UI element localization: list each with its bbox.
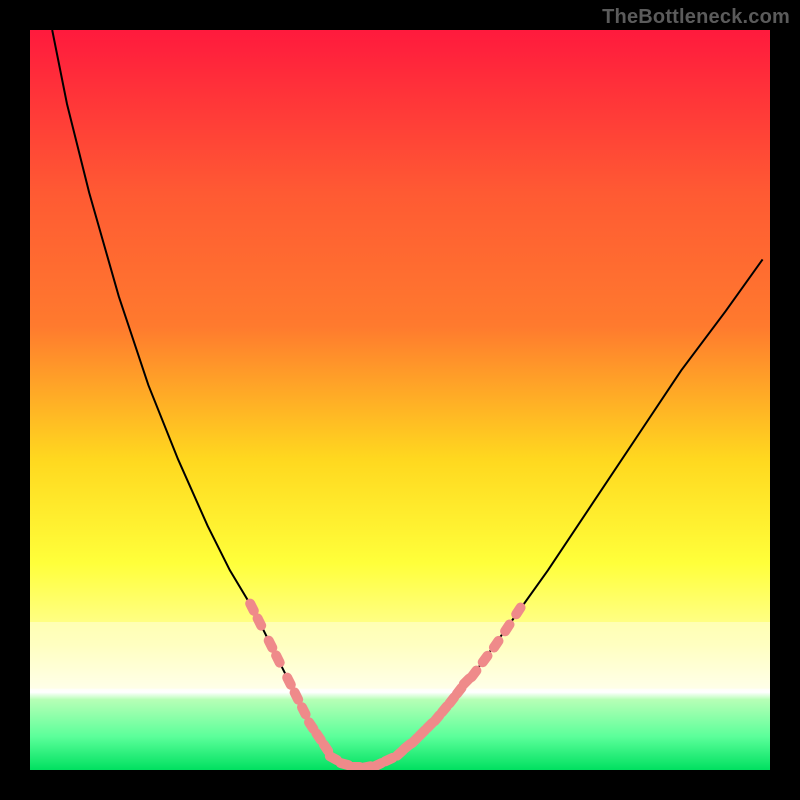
chart-svg (30, 30, 770, 770)
chart-frame: TheBottleneck.com (0, 0, 800, 800)
plot-area (30, 30, 770, 770)
watermark-text: TheBottleneck.com (602, 6, 790, 29)
pale-band (30, 622, 770, 689)
